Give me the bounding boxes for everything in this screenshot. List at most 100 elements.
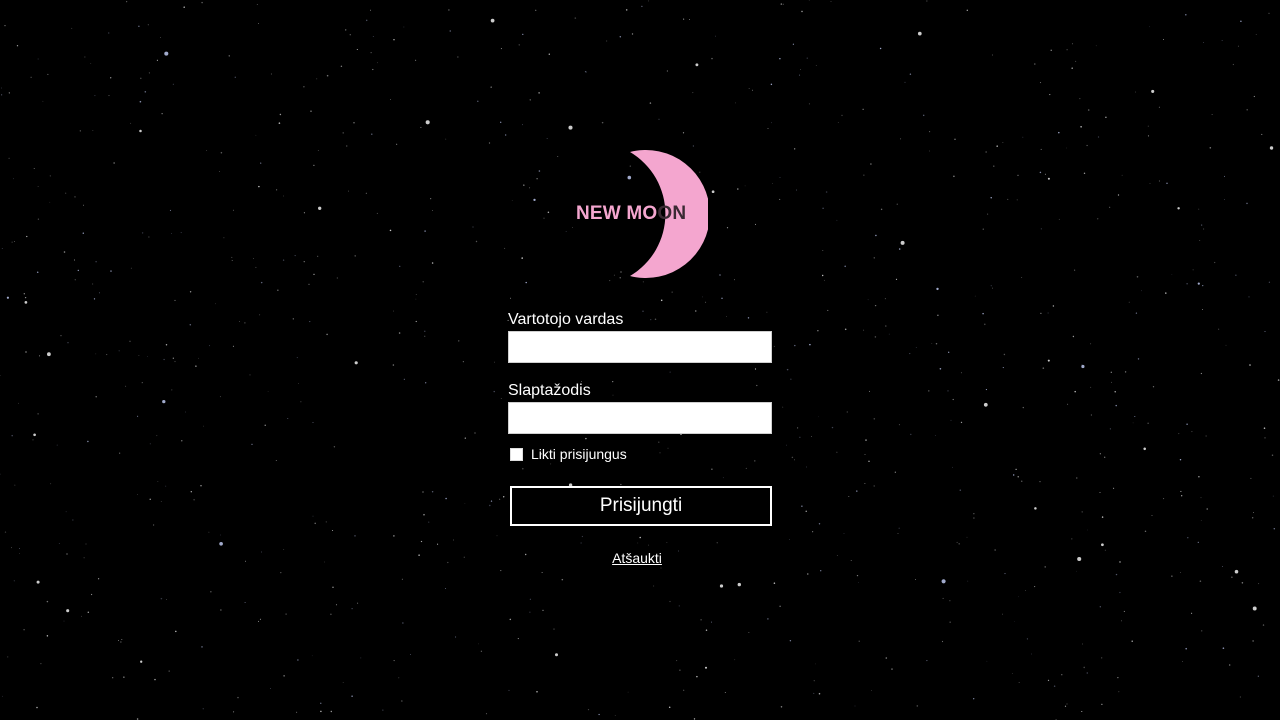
star — [822, 207, 824, 209]
star — [879, 47, 882, 50]
star — [228, 55, 230, 57]
star — [1177, 207, 1180, 210]
star — [58, 543, 60, 544]
star — [770, 83, 773, 86]
star — [745, 467, 747, 469]
star — [390, 99, 391, 101]
star — [786, 444, 787, 446]
star — [982, 228, 984, 230]
star — [264, 424, 266, 426]
star — [806, 466, 807, 468]
star — [815, 65, 817, 67]
star — [139, 129, 142, 133]
star — [710, 621, 712, 623]
star — [627, 691, 629, 693]
star — [376, 212, 378, 214]
star — [1211, 114, 1213, 116]
star — [239, 321, 240, 322]
star — [1117, 194, 1120, 196]
star — [1235, 274, 1237, 276]
star — [342, 132, 344, 134]
star — [953, 175, 955, 178]
star — [1192, 269, 1194, 271]
star — [1206, 508, 1208, 510]
star — [898, 527, 900, 529]
star — [1025, 590, 1027, 592]
star — [935, 343, 938, 345]
star — [1246, 202, 1248, 205]
star — [26, 235, 28, 238]
star — [1218, 328, 1220, 330]
star — [422, 281, 424, 283]
star — [13, 580, 15, 582]
star — [1152, 386, 1155, 388]
star — [1223, 175, 1226, 177]
star — [326, 74, 329, 77]
star — [806, 57, 808, 59]
star — [300, 401, 302, 403]
star — [1047, 312, 1049, 314]
star — [1101, 516, 1104, 518]
star — [403, 378, 405, 380]
star — [606, 40, 608, 42]
star — [737, 582, 741, 587]
star — [257, 620, 260, 622]
star — [896, 203, 898, 205]
star — [929, 131, 931, 133]
star — [856, 490, 858, 492]
star — [297, 659, 299, 661]
star — [1199, 240, 1201, 241]
star — [1241, 582, 1244, 584]
star — [858, 582, 859, 583]
star — [587, 709, 590, 711]
remember-me-checkbox[interactable] — [510, 447, 523, 461]
star — [939, 368, 942, 370]
username-input[interactable] — [508, 331, 772, 363]
star — [801, 10, 803, 13]
cancel-link[interactable]: Atšaukti — [508, 550, 766, 566]
password-input[interactable] — [508, 402, 772, 434]
star — [11, 434, 13, 437]
star — [990, 285, 992, 287]
star — [1179, 458, 1182, 461]
star — [880, 208, 883, 211]
star — [215, 303, 216, 305]
star — [474, 432, 476, 434]
star — [283, 195, 284, 197]
star — [332, 586, 334, 589]
star — [734, 659, 736, 661]
star — [948, 351, 950, 353]
star — [47, 73, 49, 75]
star — [808, 103, 810, 105]
star — [36, 580, 40, 584]
star — [303, 212, 305, 214]
star — [448, 9, 450, 11]
star — [165, 485, 167, 487]
star — [8, 92, 10, 94]
star — [420, 540, 423, 543]
star — [827, 309, 829, 311]
star — [1095, 45, 1097, 47]
star — [959, 489, 962, 491]
star — [1248, 296, 1250, 298]
star — [850, 560, 852, 561]
star — [351, 607, 353, 610]
star — [1144, 530, 1147, 533]
star — [112, 677, 114, 679]
star — [71, 27, 73, 29]
star — [1090, 414, 1092, 416]
star — [220, 534, 221, 536]
star — [790, 378, 792, 380]
star — [172, 357, 174, 359]
login-button[interactable]: Prisijungti — [510, 486, 772, 526]
star — [170, 233, 172, 234]
star — [2, 695, 4, 697]
star — [711, 190, 715, 194]
star — [900, 138, 902, 140]
star — [547, 211, 550, 214]
star — [536, 691, 538, 693]
star — [37, 413, 39, 415]
star — [330, 613, 332, 616]
star — [46, 600, 49, 603]
star — [755, 223, 756, 225]
